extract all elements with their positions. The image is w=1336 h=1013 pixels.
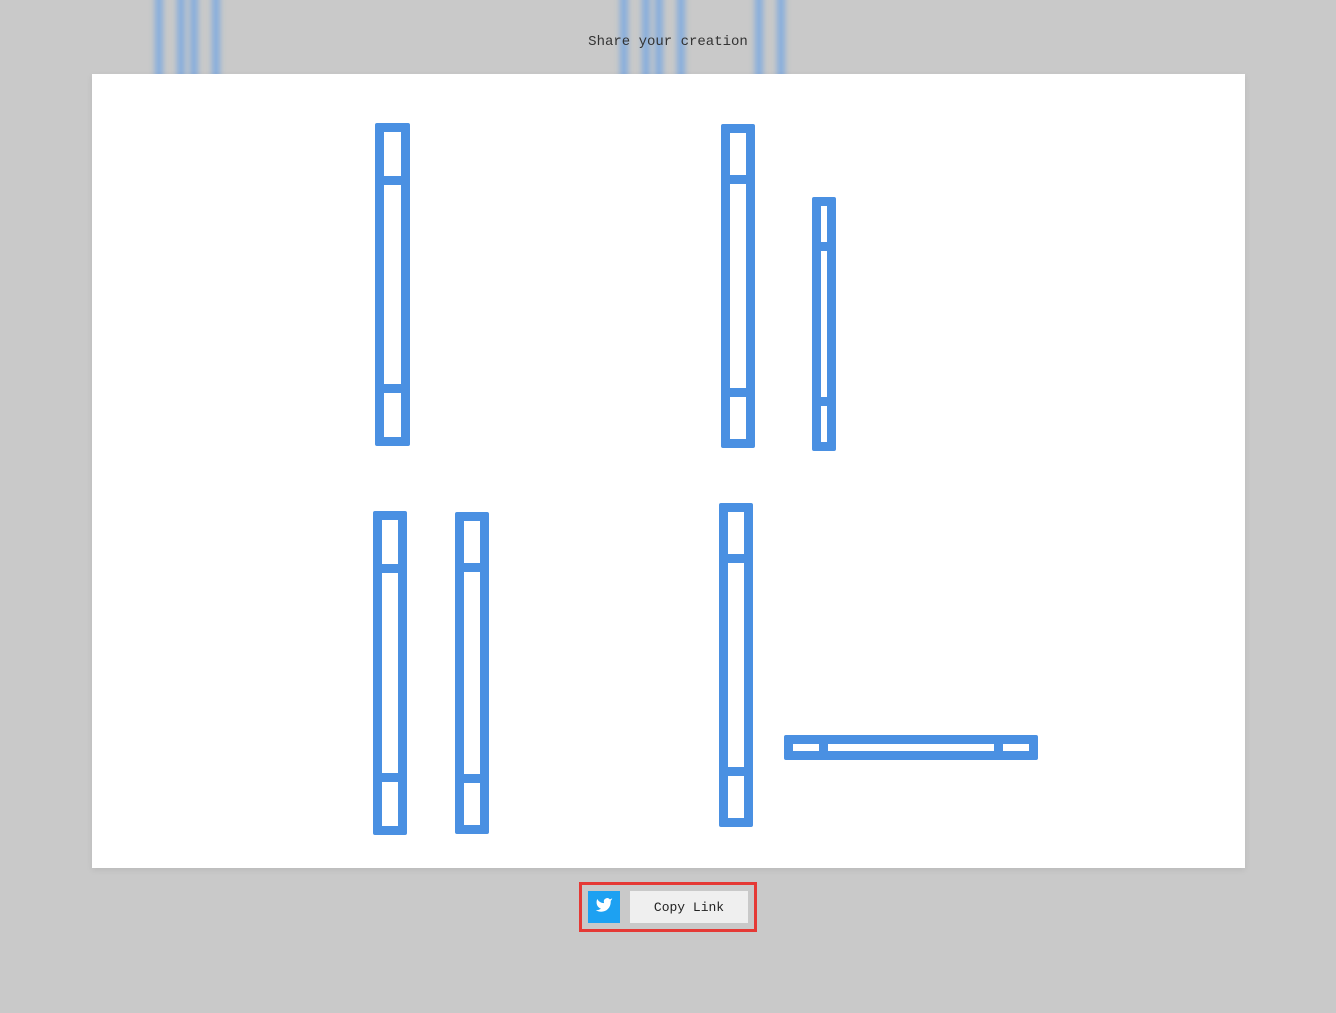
bar-divider — [730, 175, 746, 184]
twitter-icon — [595, 896, 613, 919]
bar-divider — [819, 744, 828, 751]
canvas-bar — [721, 124, 755, 448]
bar-divider — [821, 242, 827, 251]
share-modal: Share your creation Copy Link — [0, 0, 1336, 1013]
modal-title: Share your creation — [588, 34, 748, 50]
bar-divider — [994, 744, 1003, 751]
bar-divider — [730, 388, 746, 397]
bar-divider — [464, 563, 480, 572]
canvas-bar — [455, 512, 489, 834]
canvas-bar — [784, 735, 1038, 760]
bar-divider — [384, 384, 401, 393]
bar-divider — [382, 564, 398, 573]
bar-divider — [728, 554, 744, 563]
bar-divider — [382, 773, 398, 782]
canvas-bar — [373, 511, 407, 835]
creation-canvas — [92, 74, 1245, 868]
bar-divider — [384, 176, 401, 185]
twitter-share-button[interactable] — [588, 891, 620, 923]
bar-divider — [464, 774, 480, 783]
share-actions-highlight: Copy Link — [579, 882, 757, 932]
canvas-bar — [719, 503, 753, 827]
copy-link-button[interactable]: Copy Link — [630, 891, 748, 923]
canvas-bar — [812, 197, 836, 451]
bar-divider — [821, 397, 827, 406]
bar-divider — [728, 767, 744, 776]
canvas-bar — [375, 123, 410, 446]
